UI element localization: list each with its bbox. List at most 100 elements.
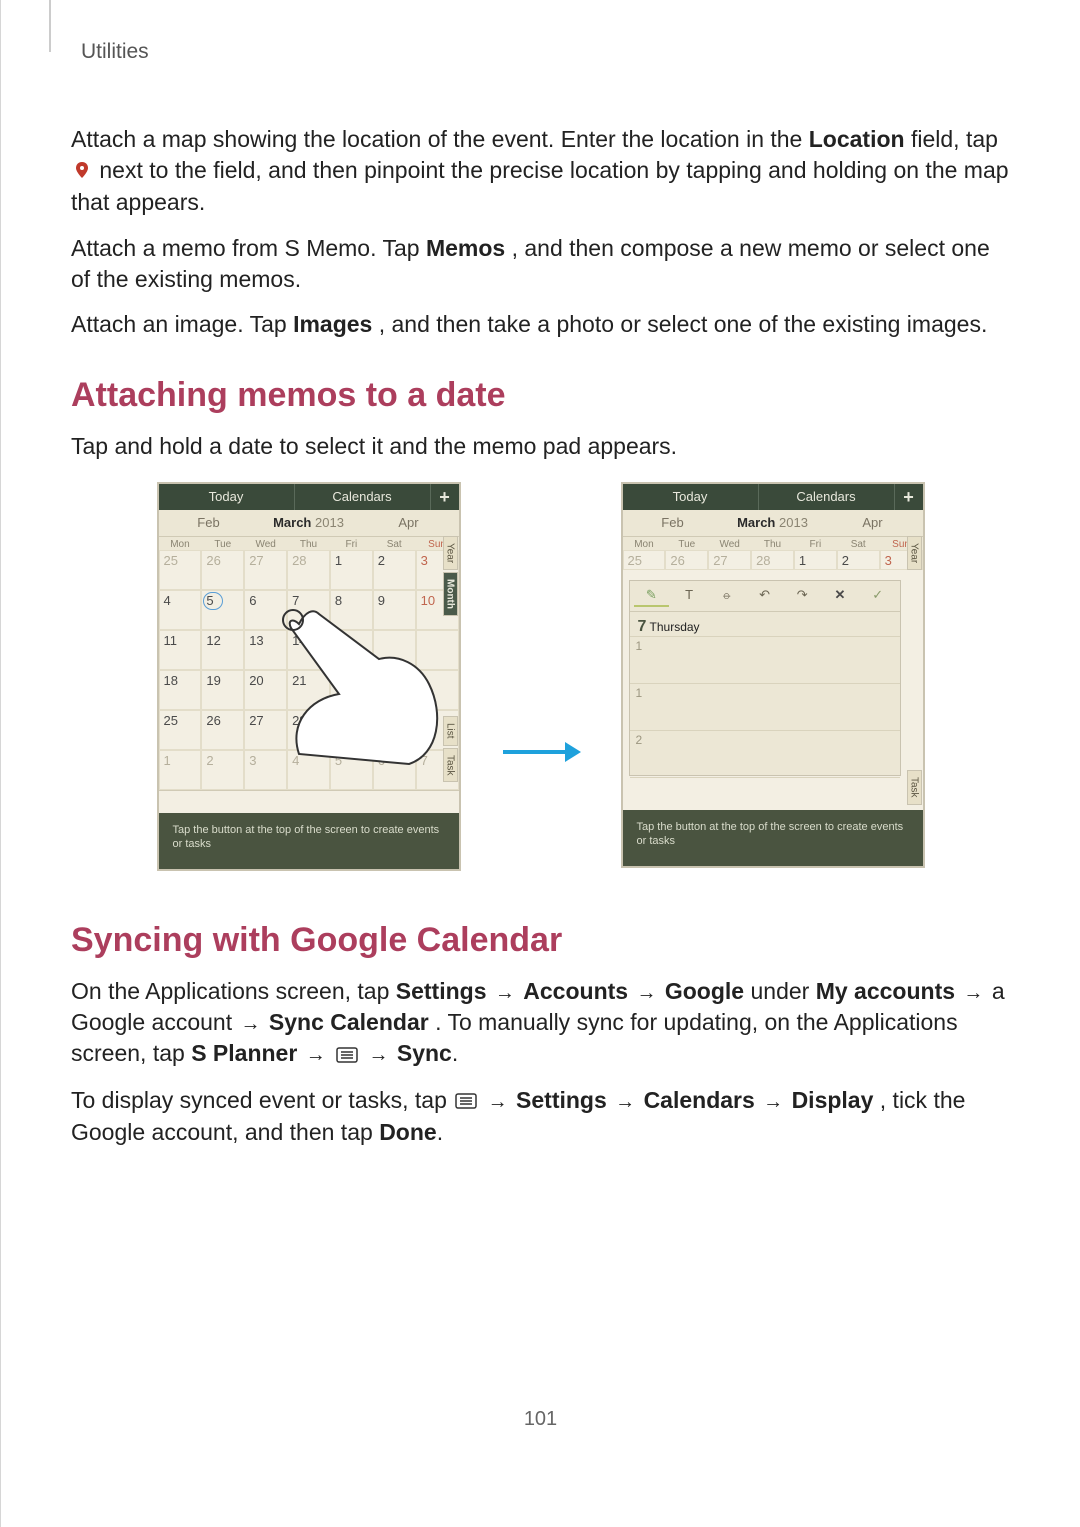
month-label: March (737, 515, 775, 530)
days-header: Mon Tue Wed Thu Fri Sat Sun (159, 537, 459, 550)
text: field, tap (911, 126, 998, 152)
bold-location: Location (809, 126, 905, 152)
tab-year[interactable]: Year (443, 536, 458, 570)
footer-hint: Tap the button at the top of the screen … (159, 813, 459, 870)
bold-splanner: S Planner (191, 1040, 297, 1066)
date-cell[interactable]: 2 (201, 750, 244, 790)
text: under (750, 978, 815, 1004)
intro-para-3: Attach an image. Tap Images , and then t… (71, 309, 1010, 340)
arrow-right-icon (501, 737, 581, 767)
calendars-button[interactable]: Calendars (759, 484, 895, 510)
tab-year[interactable]: Year (907, 536, 922, 570)
text-icon[interactable]: T (671, 585, 707, 605)
bold-done: Done (379, 1119, 437, 1145)
eraser-icon[interactable]: ⦵ (709, 585, 745, 605)
add-button[interactable]: + (431, 484, 459, 510)
map-pin-icon (73, 156, 91, 187)
next-month[interactable]: Apr (823, 515, 923, 530)
date-cell[interactable]: 27 (244, 550, 287, 590)
date-cell[interactable]: 18 (159, 670, 202, 710)
date-cell[interactable]: 1 (159, 750, 202, 790)
prev-month[interactable]: Feb (623, 515, 723, 530)
intro-para-2: Attach a memo from S Memo. Tap Memos , a… (71, 233, 1010, 295)
text: Attach a map showing the location of the… (71, 126, 809, 152)
day-fri: Fri (794, 537, 837, 550)
bold-images: Images (293, 311, 372, 337)
bold-google: Google (665, 978, 744, 1004)
year-label: 2013 (779, 515, 808, 530)
date-cell[interactable]: 12 (201, 630, 244, 670)
close-icon[interactable]: ✕ (822, 585, 858, 605)
today-button[interactable]: Today (623, 484, 759, 510)
text: Attach a memo from S Memo. Tap (71, 235, 426, 261)
sync-para-1: On the Applications screen, tap Settings… (71, 976, 1010, 1071)
date-cell[interactable]: 25 (623, 550, 666, 570)
bold-calendars: Calendars (644, 1087, 755, 1113)
bold-my-accounts: My accounts (816, 978, 955, 1004)
sync-para-2: To display synced event or tasks, tap → … (71, 1085, 1010, 1148)
arrow-icon: → (239, 1013, 263, 1035)
day-wed: Wed (708, 537, 751, 550)
date-cell[interactable]: 25 (159, 710, 202, 750)
arrow-icon: → (761, 1091, 785, 1113)
text: On the Applications screen, tap (71, 978, 396, 1004)
memo-line[interactable]: 2 (630, 730, 900, 777)
memo-line[interactable]: 1 (630, 636, 900, 683)
arrow-icon: → (304, 1044, 328, 1066)
date-cell-today[interactable]: 5 (201, 590, 244, 630)
day-sat: Sat (837, 537, 880, 550)
next-month[interactable]: Apr (359, 515, 459, 530)
tab-task[interactable]: Task (907, 770, 922, 805)
date-cell[interactable]: 1 (794, 550, 837, 570)
date-cell[interactable]: 27 (708, 550, 751, 570)
date-cell[interactable]: 2 (837, 550, 880, 570)
date-cell[interactable]: 2 (373, 550, 416, 590)
section1-body: Tap and hold a date to select it and the… (71, 431, 1010, 462)
bold-sync-calendar: Sync Calendar (269, 1009, 429, 1035)
date-cell[interactable]: 11 (159, 630, 202, 670)
memo-date: 7 Thursday (630, 612, 900, 636)
bold-accounts: Accounts (523, 978, 628, 1004)
date-cell[interactable]: 1 (330, 550, 373, 590)
date-cell[interactable]: 28 (751, 550, 794, 570)
memo-pad[interactable]: ✎ T ⦵ ↶ ↷ ✕ ✓ 7 Thursday 1 1 2 (629, 580, 901, 777)
check-icon[interactable]: ✓ (860, 585, 896, 605)
text: . (437, 1119, 443, 1145)
bold-display: Display (792, 1087, 874, 1113)
date-cell[interactable]: 25 (159, 550, 202, 590)
calendar-grid[interactable]: 25 26 27 28 1 2 3 (623, 550, 923, 570)
day-wed: Wed (244, 537, 287, 550)
date-cell[interactable]: 28 (287, 550, 330, 590)
calendars-button[interactable]: Calendars (295, 484, 431, 510)
arrow-icon: → (613, 1091, 637, 1113)
memo-line[interactable]: 1 (630, 683, 900, 730)
arrow-icon: → (634, 982, 658, 1004)
date-cell[interactable]: 26 (665, 550, 708, 570)
date-cell[interactable]: 26 (201, 550, 244, 590)
menu-icon (455, 1086, 477, 1117)
day-thu: Thu (751, 537, 794, 550)
bold-settings: Settings (516, 1087, 607, 1113)
date-cell[interactable]: 19 (201, 670, 244, 710)
redo-icon[interactable]: ↷ (784, 585, 820, 605)
page-header-section: Utilities (81, 40, 1010, 64)
arrow-icon: → (486, 1091, 510, 1113)
day-mon: Mon (159, 537, 202, 550)
prev-month[interactable]: Feb (159, 515, 259, 530)
bold-memos: Memos (426, 235, 505, 261)
text: Attach an image. Tap (71, 311, 293, 337)
undo-icon[interactable]: ↶ (747, 585, 783, 605)
add-button[interactable]: + (895, 484, 923, 510)
date-cell[interactable]: 26 (201, 710, 244, 750)
phone-after: Today Calendars + Feb March 2013 Apr Mon… (621, 482, 925, 869)
pen-icon[interactable]: ✎ (634, 585, 670, 607)
memo-lines[interactable]: 1 1 2 (630, 636, 900, 824)
current-month: March 2013 (259, 515, 359, 530)
memo-line[interactable] (630, 777, 900, 824)
today-button[interactable]: Today (159, 484, 295, 510)
month-label: March (273, 515, 311, 530)
illustration-row: Today Calendars + Feb March 2013 Apr Mon… (71, 482, 1010, 872)
menu-icon (336, 1040, 358, 1071)
date-cell[interactable]: 4 (159, 590, 202, 630)
memo-day-name: Thursday (650, 620, 700, 634)
